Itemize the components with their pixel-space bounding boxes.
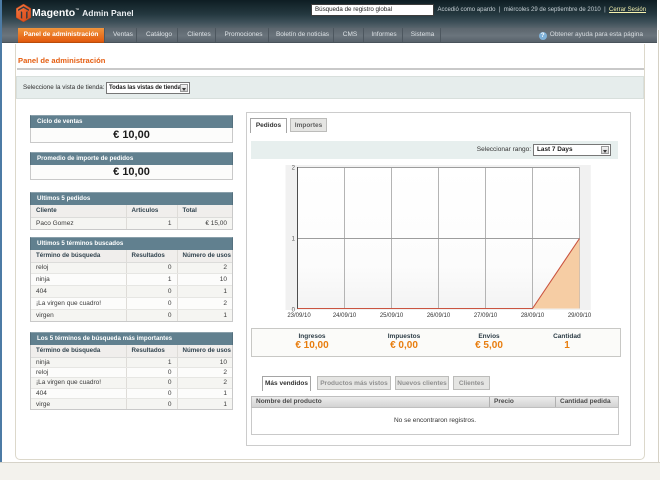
svg-text:27/09/10: 27/09/10 xyxy=(474,313,498,319)
svg-text:29/09/10: 29/09/10 xyxy=(568,313,592,319)
svg-text:23/09/10: 23/09/10 xyxy=(287,313,311,319)
svg-text:24/09/10: 24/09/10 xyxy=(333,313,357,319)
svg-text:28/09/10: 28/09/10 xyxy=(521,313,545,319)
svg-text:25/09/10: 25/09/10 xyxy=(380,313,404,319)
svg-text:26/09/10: 26/09/10 xyxy=(427,313,451,319)
